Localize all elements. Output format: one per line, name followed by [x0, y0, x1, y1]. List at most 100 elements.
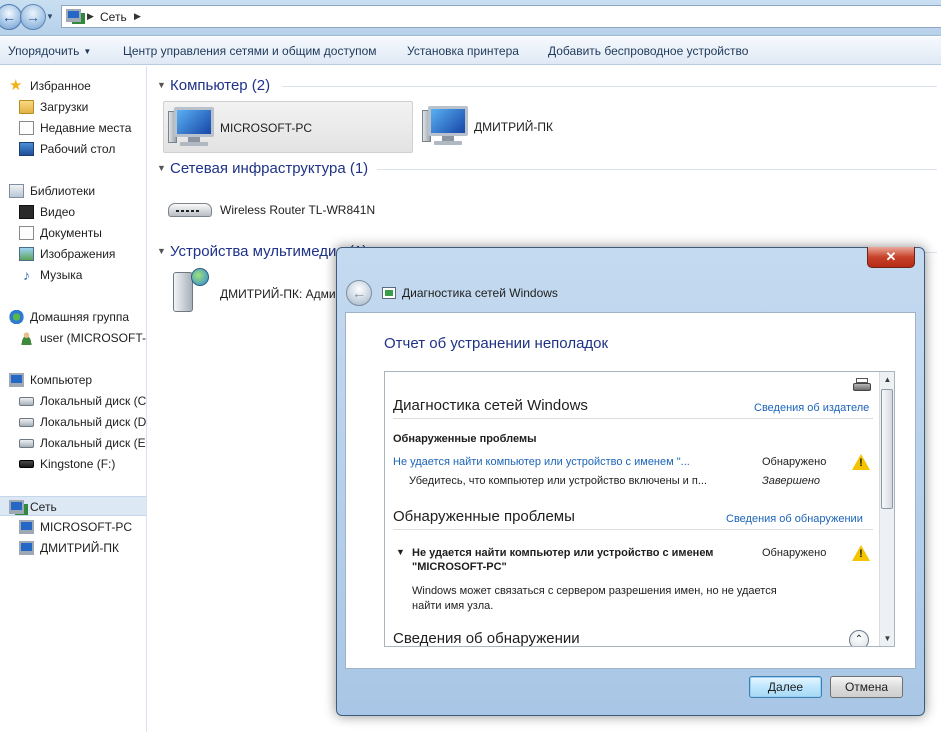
- collapse-chevron-icon[interactable]: ▼: [157, 163, 166, 173]
- group-header-network-infrastructure[interactable]: ▼ Сетевая инфраструктура (1): [157, 159, 937, 179]
- report-section-title: Диагностика сетей Windows: [393, 397, 588, 414]
- collapse-chevron-icon[interactable]: ▼: [157, 80, 166, 90]
- nav-item-dmitriy-pk[interactable]: ДМИТРИЙ-ПК: [0, 538, 146, 558]
- detection-details-link[interactable]: Сведения об обнаружении: [726, 513, 863, 525]
- breadcrumb-arrow-icon[interactable]: ▶: [87, 11, 94, 22]
- nav-label: Музыка: [40, 268, 83, 282]
- problem-description: Windows может связаться с сервером разре…: [412, 585, 777, 597]
- report-section-title: Обнаруженные проблемы: [393, 508, 575, 525]
- pictures-icon: [19, 247, 34, 261]
- next-button[interactable]: Далее: [749, 676, 822, 698]
- breadcrumb-network[interactable]: Сеть: [100, 10, 127, 24]
- collapse-chevron-icon[interactable]: ▼: [157, 246, 166, 256]
- nav-label: ДМИТРИЙ-ПК: [40, 541, 119, 555]
- network-diagnostics-dialog: ✕ ← Диагностика сетей Windows Отчет об у…: [336, 247, 925, 716]
- nav-item-pictures[interactable]: Изображения: [0, 244, 146, 264]
- printer-icon[interactable]: [853, 378, 871, 392]
- tile-label: ДМИТРИЙ-ПК: Администратор: [220, 287, 335, 301]
- homegroup-icon: [9, 310, 24, 324]
- nav-label: Видео: [40, 205, 76, 219]
- chevron-down-icon: ▼: [83, 47, 92, 56]
- expand-triangle-icon[interactable]: ▼: [396, 547, 405, 557]
- nav-computer[interactable]: Компьютер: [0, 370, 146, 390]
- problem-link[interactable]: Не удается найти компьютер или устройств…: [393, 456, 690, 468]
- nav-item-kingstone[interactable]: Kingstone (F:): [0, 454, 146, 474]
- scroll-up-arrow-icon[interactable]: ▲: [880, 372, 894, 387]
- cancel-button[interactable]: Отмена: [830, 676, 903, 698]
- nav-item-music[interactable]: ♪ Музыка: [0, 265, 146, 285]
- nav-item-documents[interactable]: Документы: [0, 223, 146, 243]
- detail-status: Обнаружено: [762, 547, 827, 559]
- fix-status: Завершено: [762, 475, 821, 487]
- computer-icon: [19, 541, 34, 555]
- close-icon: ✕: [885, 249, 897, 264]
- nav-item-microsoft-pc[interactable]: MICROSOFT-PC: [0, 517, 146, 537]
- nav-label: Библиотеки: [30, 184, 96, 198]
- collapse-section-button[interactable]: ⌃: [849, 630, 869, 646]
- close-button[interactable]: ✕: [867, 247, 915, 268]
- nav-label: MICROSOFT-PC: [40, 520, 132, 534]
- recent-places-icon: [19, 121, 34, 135]
- nav-libraries[interactable]: Библиотеки: [0, 181, 146, 201]
- nav-item-disk-c[interactable]: Локальный диск (C:): [0, 391, 147, 411]
- tile-label: MICROSOFT-PC: [220, 121, 312, 135]
- computer-tile-dmitriy-pk[interactable]: ДМИТРИЙ-ПК: [418, 101, 618, 153]
- network-center-button[interactable]: Центр управления сетями и общим доступом: [123, 44, 377, 58]
- publisher-details-link[interactable]: Сведения об издателе: [754, 402, 869, 414]
- nav-label: Локальный диск (D:): [40, 415, 147, 429]
- nav-item-recent-places[interactable]: Недавние места: [0, 118, 146, 138]
- downloads-folder-icon: [19, 100, 34, 114]
- dialog-back-button[interactable]: ←: [346, 280, 372, 306]
- add-wireless-device-button[interactable]: Добавить беспроводное устройство: [548, 44, 748, 58]
- user-icon: [19, 331, 34, 345]
- nav-homegroup[interactable]: Домашняя группа: [0, 307, 146, 327]
- nav-label: Домашняя группа: [30, 310, 130, 324]
- nav-label: Локальный диск (C:): [40, 394, 147, 408]
- back-arrow-icon: ←: [2, 9, 16, 25]
- nav-item-downloads[interactable]: Загрузки: [0, 97, 146, 117]
- computer-icon: [9, 373, 24, 387]
- libraries-icon: [9, 184, 24, 198]
- group-title: Сетевая инфраструктура (1): [170, 160, 369, 177]
- add-printer-button[interactable]: Установка принтера: [407, 44, 519, 58]
- back-button[interactable]: ←: [0, 4, 22, 30]
- recent-pages-dropdown-icon[interactable]: ▼: [46, 12, 54, 21]
- command-toolbar: Упорядочить ▼ Центр управления сетями и о…: [0, 37, 941, 65]
- nav-label: Локальный диск (E:): [40, 436, 147, 450]
- address-strip: ← → ▼ ▶ Сеть ▶: [0, 0, 941, 36]
- troubleshooting-report[interactable]: Диагностика сетей Windows Сведения об из…: [384, 371, 895, 647]
- dialog-body: Отчет об устранении неполадок Диагностик…: [345, 312, 916, 669]
- group-header-computers[interactable]: ▼ Компьютер (2): [157, 76, 937, 96]
- tile-label: Wireless Router TL-WR841N: [220, 203, 376, 217]
- nav-label: Недавние места: [40, 121, 132, 135]
- navigation-pane: ★ Избранное Загрузки Недавние места Рабо…: [0, 66, 147, 732]
- nav-item-desktop[interactable]: Рабочий стол: [0, 139, 146, 159]
- nav-label: Kingstone (F:): [40, 457, 116, 471]
- report-scrollbar[interactable]: ▲ ▼: [879, 372, 894, 646]
- nav-item-video[interactable]: Видео: [0, 202, 146, 222]
- computer-icon: [168, 105, 218, 149]
- organize-menu-button[interactable]: Упорядочить ▼: [8, 44, 91, 58]
- media-device-tile[interactable]: ДМИТРИЙ-ПК: Администратор: [163, 268, 335, 320]
- forward-button[interactable]: →: [20, 4, 46, 30]
- nav-item-disk-d[interactable]: Локальный диск (D:): [0, 412, 147, 432]
- router-tile[interactable]: Wireless Router TL-WR841N: [163, 184, 423, 236]
- group-divider: [377, 169, 937, 170]
- nav-label: Сеть: [30, 500, 57, 514]
- breadcrumb-arrow-icon[interactable]: ▶: [134, 11, 141, 22]
- music-icon: ♪: [23, 267, 30, 283]
- network-icon: [9, 500, 24, 514]
- nav-label: Рабочий стол: [40, 142, 116, 156]
- scroll-down-arrow-icon[interactable]: ▼: [880, 631, 894, 646]
- address-bar[interactable]: ▶ Сеть ▶: [61, 5, 941, 28]
- nav-label: Компьютер: [30, 373, 93, 387]
- nav-favorites[interactable]: ★ Избранное: [0, 76, 146, 96]
- nav-network[interactable]: Сеть: [0, 496, 146, 516]
- nav-label: Избранное: [30, 79, 91, 93]
- desktop-icon: [19, 142, 34, 156]
- nav-item-user[interactable]: user (MICROSOFT-PC): [0, 328, 146, 348]
- computer-tile-microsoft-pc[interactable]: MICROSOFT-PC: [163, 101, 413, 153]
- nav-item-disk-e[interactable]: Локальный диск (E:): [0, 433, 147, 453]
- network-icon: [66, 9, 81, 22]
- scrollbar-thumb[interactable]: [881, 389, 893, 509]
